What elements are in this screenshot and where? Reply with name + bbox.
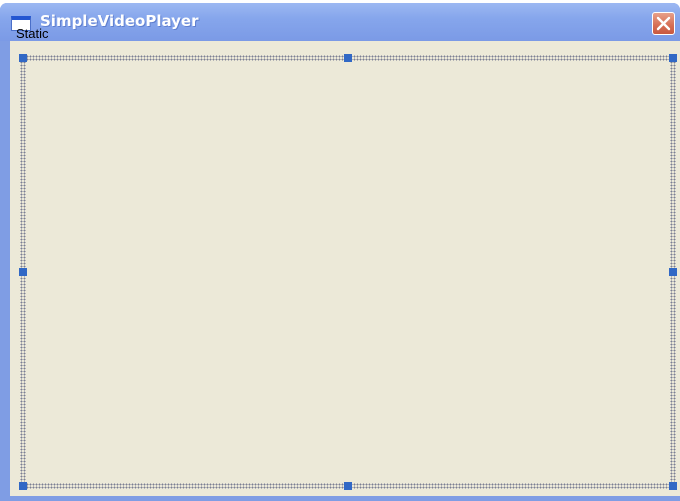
resize-handle-top-left[interactable] <box>19 54 27 62</box>
resize-handle-bottom-left[interactable] <box>19 482 27 490</box>
resize-handle-bottom[interactable] <box>344 482 352 490</box>
dialog-client-area <box>10 41 680 496</box>
close-icon <box>656 16 671 31</box>
resize-handle-bottom-right[interactable] <box>669 482 677 490</box>
title-bar[interactable]: SimpleVideoPlayer <box>0 3 680 41</box>
window-title: SimpleVideoPlayer <box>40 12 199 30</box>
static-control[interactable] <box>19 54 677 490</box>
resize-handle-right[interactable] <box>669 268 677 276</box>
resize-handle-left[interactable] <box>19 268 27 276</box>
resize-handle-top[interactable] <box>344 54 352 62</box>
static-text-label: Static <box>16 26 49 41</box>
close-button[interactable] <box>652 12 675 35</box>
resize-handle-top-right[interactable] <box>669 54 677 62</box>
dialog-window: SimpleVideoPlayer Static <box>0 3 680 501</box>
